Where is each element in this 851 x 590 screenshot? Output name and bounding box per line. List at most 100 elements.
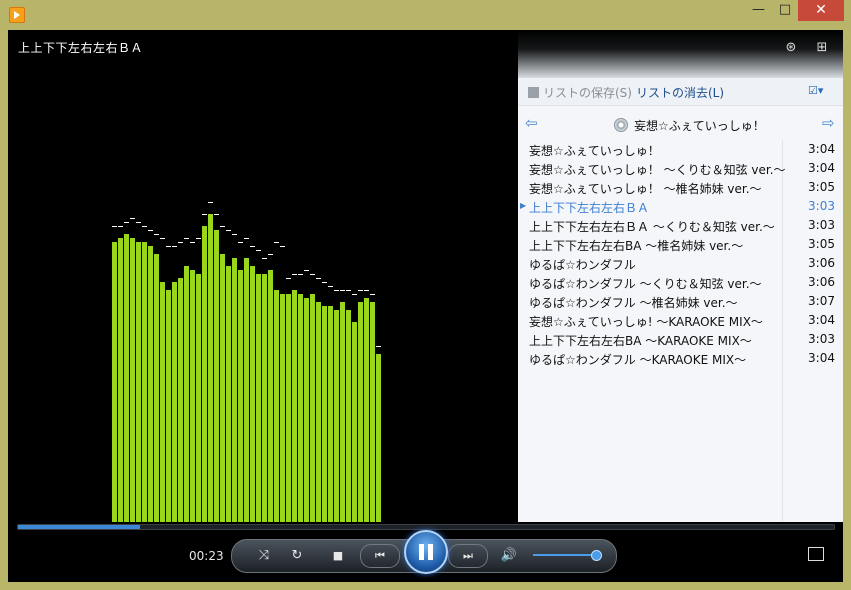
spectrum-bar xyxy=(190,270,195,522)
track-row[interactable]: ▶ 上上下下左右左右ＢＡ 3:03 xyxy=(518,197,843,216)
spectrum-peak xyxy=(190,242,195,243)
spectrum-peak xyxy=(154,234,159,235)
spectrum-bar xyxy=(118,238,123,522)
list-options-icon[interactable]: ☑▾ xyxy=(808,84,834,98)
spectrum-bar xyxy=(310,294,315,522)
previous-icon[interactable]: ⏮ xyxy=(360,544,400,568)
track-title: 妄想☆ふぇていっしゅ！ ～くりむ＆知弦 ver.～ xyxy=(529,163,786,177)
pause-icon xyxy=(419,544,424,560)
track-duration: 3:04 xyxy=(808,351,835,365)
maximize-button[interactable]: □ xyxy=(772,0,798,21)
spectrum-bar xyxy=(358,302,363,522)
spectrum-peak xyxy=(160,238,165,239)
spectrum-peak xyxy=(136,222,141,223)
spectrum-peak xyxy=(298,274,303,275)
spectrum-bar xyxy=(178,278,183,522)
spectrum-bar xyxy=(262,274,267,522)
pause-button[interactable] xyxy=(404,530,448,574)
clear-list-button[interactable]: リストの消去(L) xyxy=(636,84,724,101)
spectrum-peak xyxy=(196,238,201,239)
now-playing-marker-icon: ▶ xyxy=(520,201,527,210)
playlist-name: 妄想☆ふぇていっしゅ！ xyxy=(614,117,765,134)
volume-slider[interactable] xyxy=(533,550,602,561)
switch-to-library-icon[interactable] xyxy=(808,547,824,561)
spectrum-bar xyxy=(328,306,333,522)
volume-knob[interactable] xyxy=(590,550,602,561)
spectrum-bar xyxy=(364,298,369,522)
track-row[interactable]: 上上下下左右左右ＢＡ ～くりむ＆知弦 ver.～ 3:03 xyxy=(518,216,843,235)
spectrum-bar xyxy=(220,254,225,522)
switch-view-icon[interactable]: ⊞ xyxy=(814,40,830,56)
spectrum-peak xyxy=(184,238,189,239)
track-row[interactable]: ゆるぱ☆わンダフル ～くりむ＆知弦 ver.～ 3:06 xyxy=(518,273,843,292)
track-duration: 3:03 xyxy=(808,332,835,346)
spectrum-bar xyxy=(340,302,345,522)
spectrum-peak xyxy=(148,230,153,231)
track-duration: 3:03 xyxy=(808,218,835,232)
spectrum-bar xyxy=(286,294,291,522)
spectrum-bar xyxy=(136,242,141,522)
stop-icon[interactable]: ■ xyxy=(329,545,347,567)
spectrum-bar xyxy=(346,310,351,522)
spectrum-peak xyxy=(268,254,273,255)
spectrum-bar xyxy=(322,306,327,522)
volume-icon[interactable]: 🔊 xyxy=(500,545,518,567)
minimize-button[interactable]: — xyxy=(745,0,772,21)
track-title: 上上下下左右左右BA ～KARAOKE MIX～ xyxy=(529,334,752,348)
track-duration: 3:04 xyxy=(808,313,835,327)
spectrum-peak xyxy=(364,290,369,291)
back-arrow-icon[interactable]: ⇦ xyxy=(525,114,538,132)
visualizer-area[interactable]: 上上下下左右左右ＢＡ xyxy=(8,30,518,522)
spectrum-bar xyxy=(160,282,165,522)
spectrum-peak xyxy=(370,294,375,295)
track-list: 妄想☆ふぇていっしゅ！ 3:04 妄想☆ふぇていっしゅ！ ～くりむ＆知弦 ver.～… xyxy=(518,140,843,368)
track-row[interactable]: ゆるぱ☆わンダフル 3:06 xyxy=(518,254,843,273)
shuffle-icon[interactable]: ⤨ xyxy=(255,545,273,567)
spectrum-bar xyxy=(172,282,177,522)
spectrum-peak xyxy=(130,218,135,219)
spectrum-peak xyxy=(232,234,237,235)
spectrum-bar xyxy=(304,298,309,522)
spectrum-peak xyxy=(310,274,315,275)
spectrum-peak xyxy=(172,246,177,247)
save-icon xyxy=(528,87,539,98)
close-button[interactable]: ✕ xyxy=(798,0,844,21)
spectrum-peak xyxy=(334,290,339,291)
spectrum-bar xyxy=(112,242,117,522)
player-window: 上上下下左右左右ＢＡ ⊛ ⊞ リストの保存(S) リストの消去(L) ☑▾ ⇦ … xyxy=(8,30,843,582)
track-title: 上上下下左右左右BA ～椎名姉妹 ver.～ xyxy=(529,239,744,253)
track-row[interactable]: 妄想☆ふぇていっしゅ！ 3:04 xyxy=(518,140,843,159)
spectrum-bar xyxy=(154,254,159,522)
spectrum-bar xyxy=(268,270,273,522)
track-duration: 3:03 xyxy=(808,199,835,213)
track-row[interactable]: ゆるぱ☆わンダフル ～KARAOKE MIX～ 3:04 xyxy=(518,349,843,368)
track-row[interactable]: ゆるぱ☆わンダフル ～椎名姉妹 ver.～ 3:07 xyxy=(518,292,843,311)
spectrum-peak xyxy=(322,282,327,283)
forward-arrow-icon[interactable]: ⇨ xyxy=(822,114,835,132)
track-row[interactable]: 妄想☆ふぇていっしゅ！ ～椎名姉妹 ver.～ 3:05 xyxy=(518,178,843,197)
spectrum-peak xyxy=(304,270,309,271)
spectrum-peak xyxy=(214,214,219,215)
track-duration: 3:04 xyxy=(808,161,835,175)
spectrum-bar xyxy=(202,226,207,522)
disc-refresh-icon[interactable]: ⊛ xyxy=(783,40,799,56)
spectrum-peak xyxy=(202,214,207,215)
spectrum-bar xyxy=(292,290,297,522)
save-list-button[interactable]: リストの保存(S) xyxy=(528,84,632,101)
spectrum-peak xyxy=(328,286,333,287)
track-row[interactable]: 妄想☆ふぇていっしゅ！ ～くりむ＆知弦 ver.～ 3:04 xyxy=(518,159,843,178)
track-row[interactable]: 上上下下左右左右BA ～KARAOKE MIX～ 3:03 xyxy=(518,330,843,349)
spectrum-peak xyxy=(220,226,225,227)
spectrum-bar xyxy=(238,270,243,522)
spectrum-bar xyxy=(142,242,147,522)
spectrum-bar xyxy=(148,246,153,522)
track-row[interactable]: 妄想☆ふぇていっしゅ! ～KARAOKE MIX～ 3:04 xyxy=(518,311,843,330)
repeat-icon[interactable]: ↻ xyxy=(288,545,306,567)
next-icon[interactable]: ⏭ xyxy=(448,544,488,568)
title-bar[interactable]: — □ ✕ xyxy=(0,0,851,30)
spectrum-peak xyxy=(112,226,117,227)
spectrum-bar xyxy=(274,290,279,522)
track-duration: 3:07 xyxy=(808,294,835,308)
track-row[interactable]: 上上下下左右左右BA ～椎名姉妹 ver.～ 3:05 xyxy=(518,235,843,254)
spectrum-peak xyxy=(358,290,363,291)
